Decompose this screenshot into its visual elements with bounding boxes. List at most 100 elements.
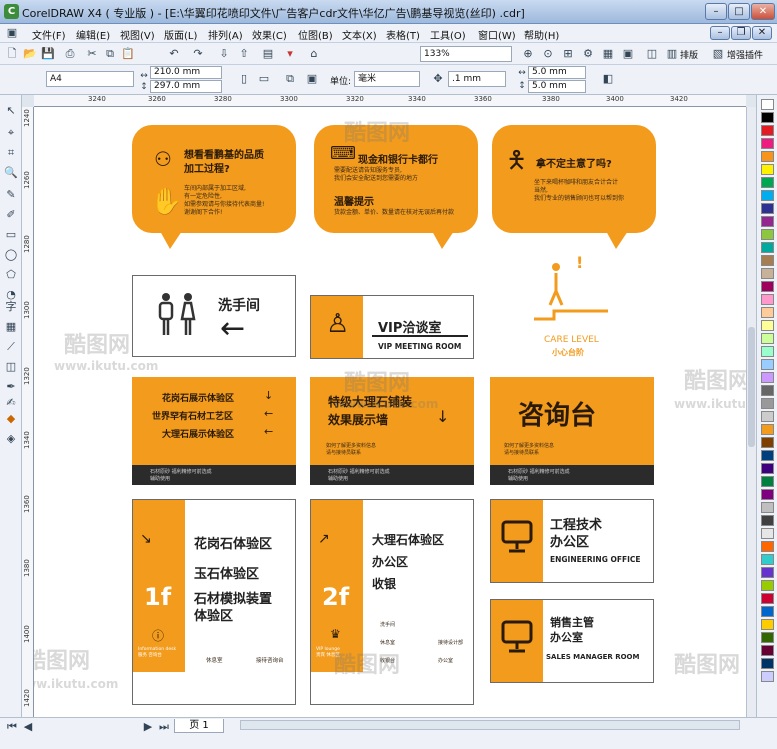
color-swatch[interactable] xyxy=(761,658,774,669)
vertical-scrollbar[interactable] xyxy=(746,107,756,717)
zoom-level-field[interactable]: 133% xyxy=(420,46,512,62)
export-icon[interactable]: ⇧ xyxy=(236,46,252,62)
color-swatch[interactable] xyxy=(761,216,774,227)
smart-fill-icon[interactable]: ✐ xyxy=(3,207,19,223)
color-swatch[interactable] xyxy=(761,255,774,266)
color-swatch[interactable] xyxy=(761,671,774,682)
crop-tool-icon[interactable]: ⌗ xyxy=(3,145,19,161)
current-page-icon[interactable]: ▣ xyxy=(304,71,320,87)
color-swatch[interactable] xyxy=(761,593,774,604)
text-tool-icon[interactable]: 字 xyxy=(3,299,19,315)
eyedropper-icon[interactable]: ✒ xyxy=(3,379,19,395)
color-swatch[interactable] xyxy=(761,138,774,149)
color-swatch[interactable] xyxy=(761,450,774,461)
zoom-fit-icon[interactable]: ⊙ xyxy=(540,46,556,62)
menu-table[interactable]: 表格(T) xyxy=(386,27,420,42)
pick-tool-icon[interactable]: ↖ xyxy=(3,103,19,119)
menu-tools[interactable]: 工具(O) xyxy=(430,27,466,42)
color-swatch[interactable] xyxy=(761,398,774,409)
color-swatch[interactable] xyxy=(761,385,774,396)
color-swatch[interactable] xyxy=(761,632,774,643)
cut-icon[interactable]: ✂ xyxy=(84,46,100,62)
layout-button-label[interactable]: 排版 xyxy=(680,48,698,61)
polygon-tool-icon[interactable]: ⬠ xyxy=(3,267,19,283)
color-swatch[interactable] xyxy=(761,502,774,513)
color-swatch[interactable] xyxy=(761,359,774,370)
color-swatch[interactable] xyxy=(761,294,774,305)
copy-icon[interactable]: ⧉ xyxy=(102,46,118,62)
next-page-icon[interactable]: ▶ xyxy=(140,719,156,735)
child-minimize-button[interactable]: – xyxy=(710,26,730,40)
color-swatch[interactable] xyxy=(761,346,774,357)
interactive-tool-icon[interactable]: ◫ xyxy=(3,359,19,375)
undo-icon[interactable]: ↶ xyxy=(166,46,182,62)
color-swatch[interactable] xyxy=(761,307,774,318)
nudge-field[interactable]: .1 mm xyxy=(448,71,506,87)
application-launcher-icon[interactable]: ▾ xyxy=(282,46,298,62)
interactive-fill-icon[interactable]: ◈ xyxy=(3,431,19,447)
child-restore-button[interactable]: ❐ xyxy=(731,26,751,40)
plugin-button-label[interactable]: 增强插件 xyxy=(727,48,763,61)
color-swatch[interactable] xyxy=(761,112,774,123)
menu-view[interactable]: 视图(V) xyxy=(120,27,155,42)
portrait-icon[interactable]: ▯ xyxy=(236,71,252,87)
freehand-tool-icon[interactable]: ✎ xyxy=(3,187,19,203)
save-icon[interactable]: 💾 xyxy=(40,46,56,62)
color-swatch[interactable] xyxy=(761,151,774,162)
color-swatch[interactable] xyxy=(761,125,774,136)
paste-icon[interactable]: 📋 xyxy=(120,46,136,62)
duplicate-y-field[interactable]: 5.0 mm xyxy=(528,80,586,93)
color-swatch[interactable] xyxy=(761,229,774,240)
guides-icon[interactable]: ▣ xyxy=(620,46,636,62)
color-swatch[interactable] xyxy=(761,645,774,656)
color-swatch[interactable] xyxy=(761,567,774,578)
outline-tool-icon[interactable]: ✍ xyxy=(3,395,19,411)
zoom-in-icon[interactable]: ⊕ xyxy=(520,46,536,62)
maximize-button[interactable]: □ xyxy=(728,3,750,20)
color-swatch[interactable] xyxy=(761,580,774,591)
new-icon[interactable]: 🗋 xyxy=(4,46,20,62)
menu-help[interactable]: 帮助(H) xyxy=(524,27,559,42)
color-swatch[interactable] xyxy=(761,281,774,292)
options-icon[interactable]: ⚙ xyxy=(580,46,596,62)
page-width-field[interactable]: 210.0 mm xyxy=(150,66,222,79)
welcome-icon[interactable]: ⌂ xyxy=(306,46,322,62)
color-swatch[interactable] xyxy=(761,541,774,552)
menu-edit[interactable]: 编辑(E) xyxy=(76,27,110,42)
color-swatch[interactable] xyxy=(761,164,774,175)
color-swatch[interactable] xyxy=(761,606,774,617)
publish-pdf-icon[interactable]: ▤ xyxy=(260,46,276,62)
color-swatch[interactable] xyxy=(761,99,774,110)
color-swatch[interactable] xyxy=(761,619,774,630)
open-icon[interactable]: 📂 xyxy=(22,46,38,62)
color-swatch[interactable] xyxy=(761,372,774,383)
child-close-button[interactable]: ✕ xyxy=(752,26,772,40)
import-icon[interactable]: ⇩ xyxy=(216,46,232,62)
color-swatch[interactable] xyxy=(761,242,774,253)
all-pages-icon[interactable]: ⧉ xyxy=(282,71,298,87)
color-swatch[interactable] xyxy=(761,411,774,422)
print-icon[interactable]: ⎙ xyxy=(62,46,78,62)
prev-page-icon[interactable]: ◀ xyxy=(20,719,36,735)
menu-file[interactable]: 文件(F) xyxy=(32,27,66,42)
menu-effects[interactable]: 效果(C) xyxy=(252,27,287,42)
drawing-canvas[interactable]: ⚇ ✋ 想看看鹏基的品质 加工过程? 车间内部属于加工区域, 有一定危险性, 如… xyxy=(34,107,746,717)
color-swatch[interactable] xyxy=(761,320,774,331)
zoom-tool-icon[interactable]: 🔍 xyxy=(3,165,19,181)
color-swatch[interactable] xyxy=(761,190,774,201)
close-button[interactable]: ✕ xyxy=(751,3,775,20)
fill-tool-icon[interactable]: ◆ xyxy=(3,411,19,427)
color-swatch[interactable] xyxy=(761,489,774,500)
last-page-icon[interactable]: ⏭ xyxy=(156,719,172,735)
table-tool-icon[interactable]: ▦ xyxy=(3,319,19,335)
unit-select[interactable]: 毫米 xyxy=(354,71,420,87)
color-swatch[interactable] xyxy=(761,463,774,474)
color-swatch[interactable] xyxy=(761,476,774,487)
horizontal-scrollbar[interactable] xyxy=(240,720,740,730)
landscape-icon[interactable]: ▭ xyxy=(256,71,272,87)
page-height-field[interactable]: 297.0 mm xyxy=(150,80,222,93)
treat-as-filled-icon[interactable]: ◧ xyxy=(600,71,616,87)
wireframe-icon[interactable]: ◫ xyxy=(644,46,660,62)
horizontal-ruler[interactable]: 3240 3260 3280 3300 3320 3340 3360 3380 … xyxy=(34,95,746,107)
color-swatch[interactable] xyxy=(761,203,774,214)
